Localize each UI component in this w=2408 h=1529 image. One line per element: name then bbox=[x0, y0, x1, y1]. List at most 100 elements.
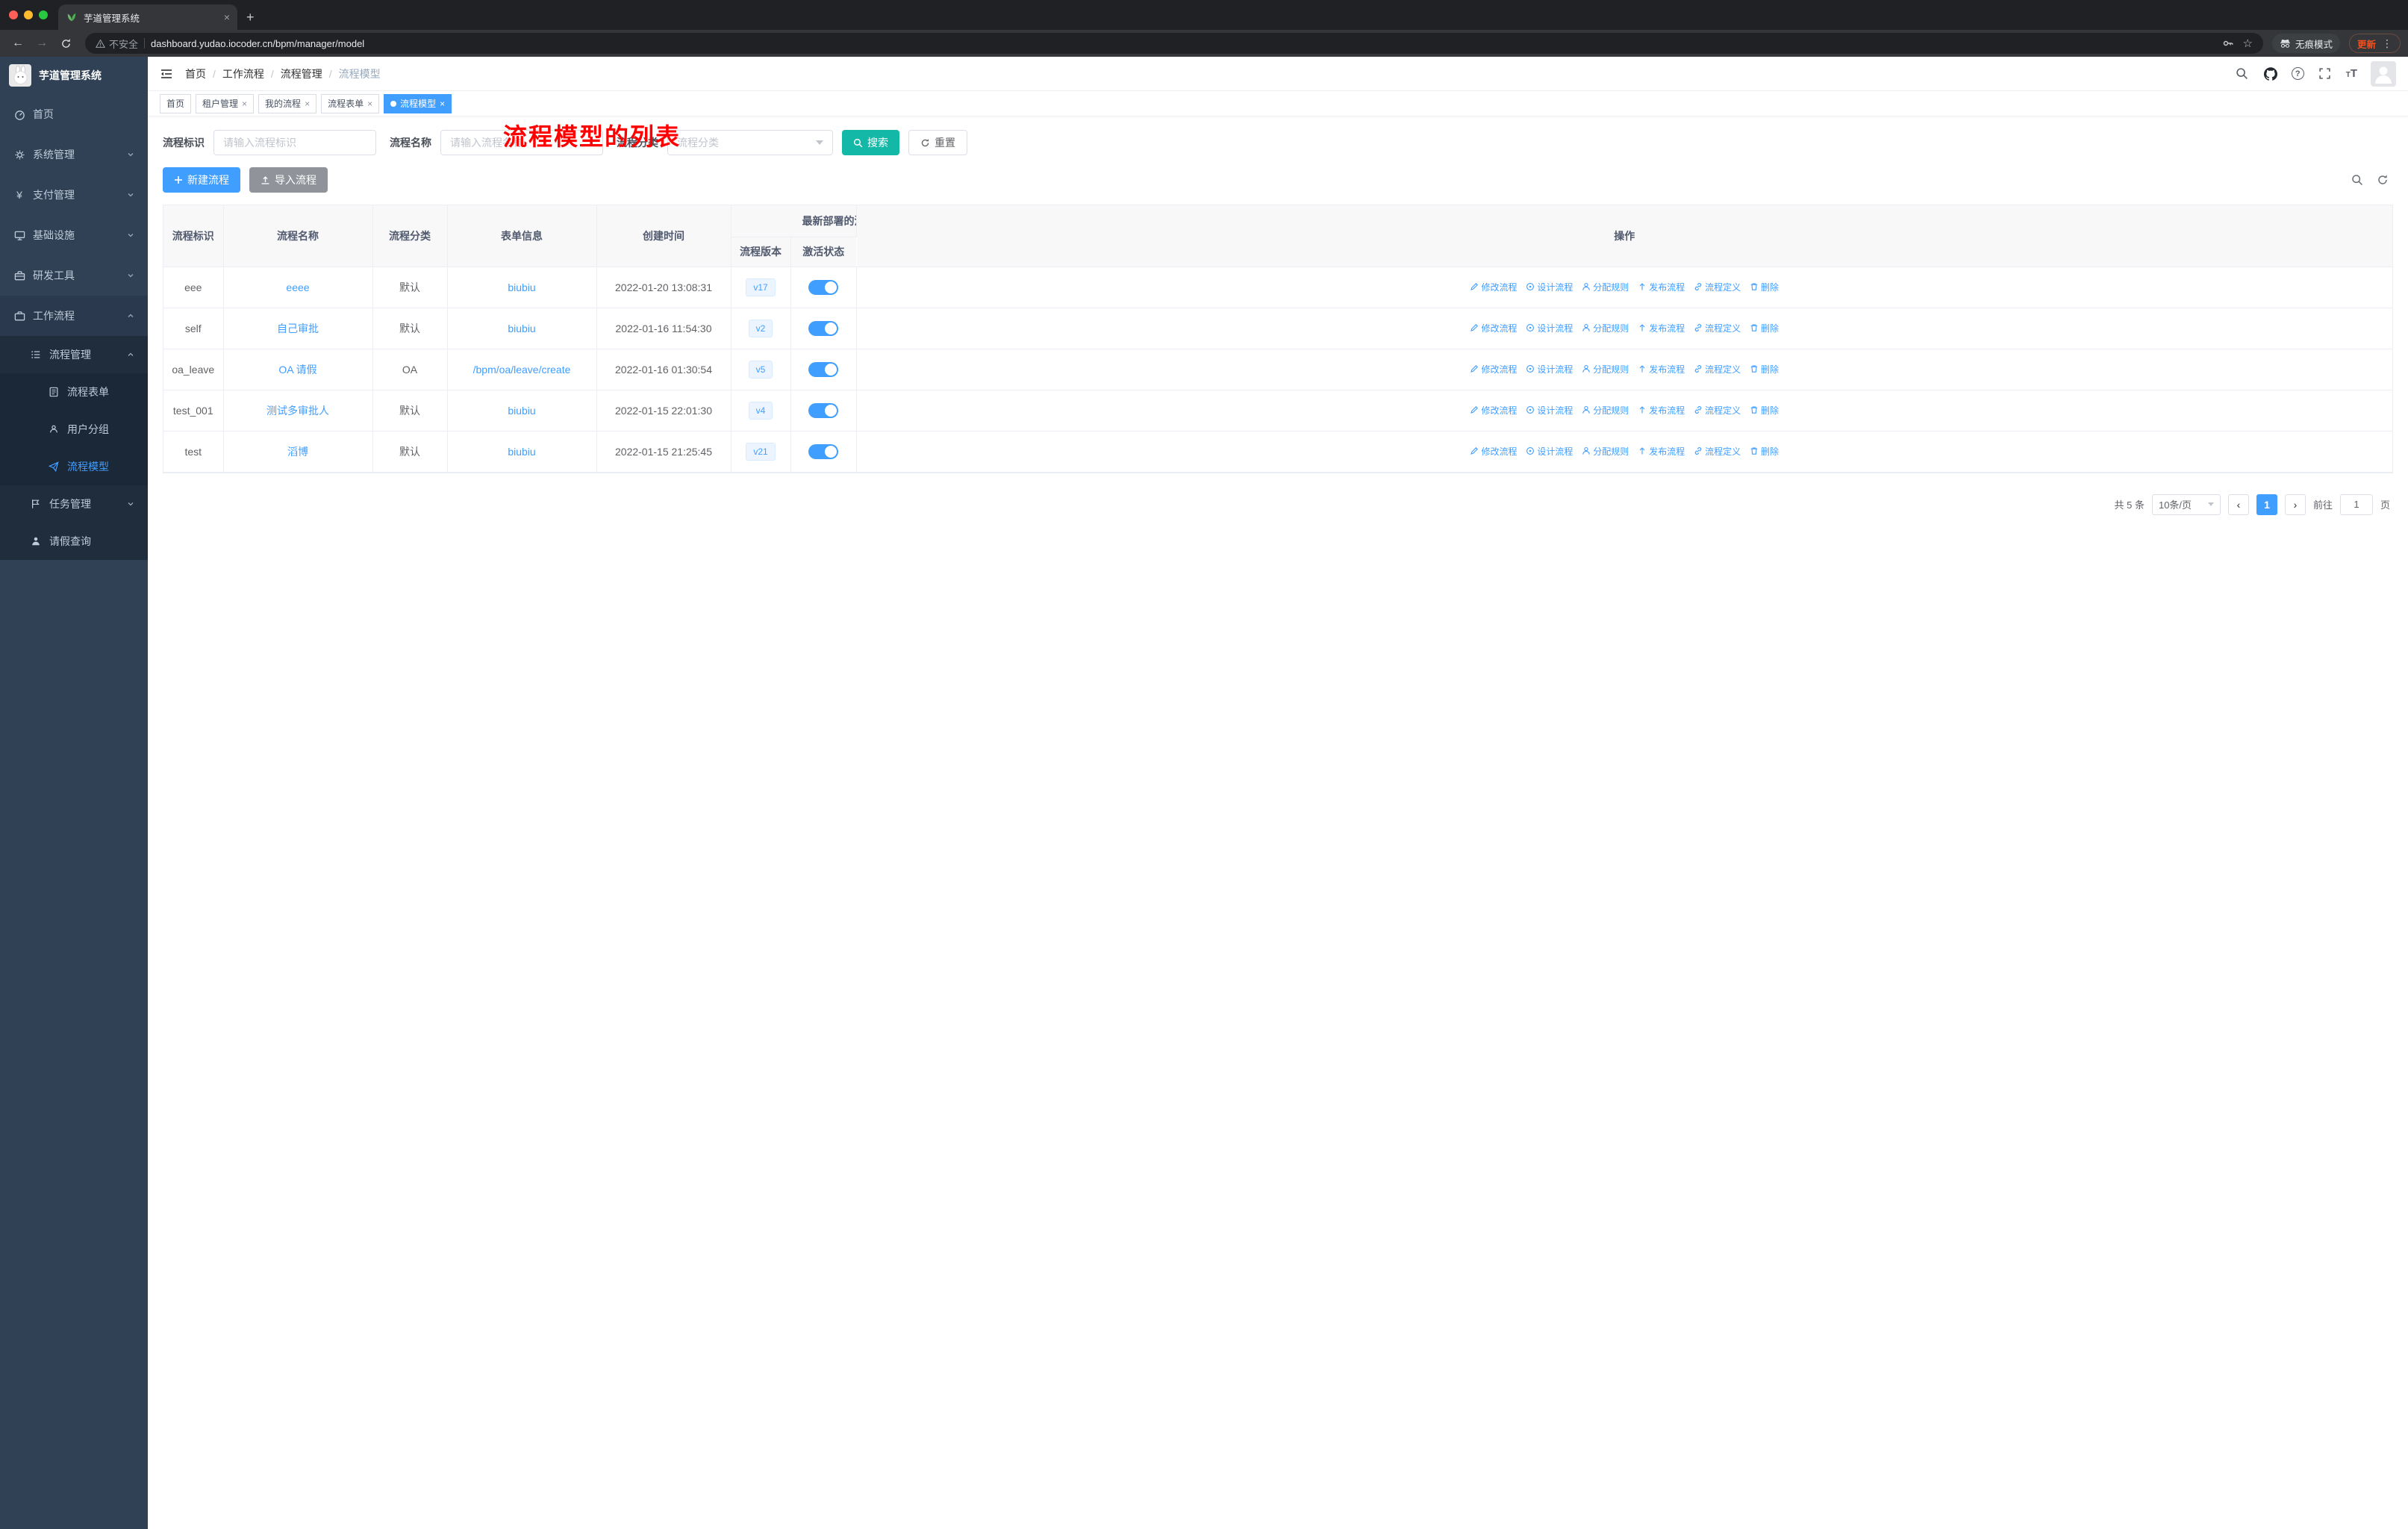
app-logo[interactable]: 芋道管理系统 bbox=[0, 57, 148, 94]
security-indicator[interactable]: 不安全 bbox=[96, 37, 138, 51]
reload-button[interactable] bbox=[55, 33, 76, 54]
help-icon[interactable]: ? bbox=[2291, 67, 2304, 80]
font-size-icon[interactable]: TT bbox=[2346, 67, 2357, 80]
action-assign-rules[interactable]: 分配规则 bbox=[1582, 445, 1629, 458]
action-design-process[interactable]: 设计流程 bbox=[1526, 363, 1573, 376]
import-process-button[interactable]: 导入流程 bbox=[249, 167, 328, 193]
close-icon[interactable]: × bbox=[440, 99, 445, 109]
create-process-button[interactable]: 新建流程 bbox=[163, 167, 240, 193]
password-key-icon[interactable] bbox=[2222, 37, 2234, 49]
forward-button[interactable]: → bbox=[31, 33, 52, 54]
breadcrumb-home[interactable]: 首页 bbox=[185, 66, 206, 81]
toggle-search-button[interactable] bbox=[2351, 174, 2363, 186]
process-name-link[interactable]: OA 请假 bbox=[223, 349, 373, 390]
action-modify-process[interactable]: 修改流程 bbox=[1470, 363, 1517, 376]
goto-page-input[interactable] bbox=[2339, 493, 2373, 515]
process-category-select[interactable]: 流程分类 bbox=[667, 130, 833, 155]
action-modify-process[interactable]: 修改流程 bbox=[1470, 404, 1517, 417]
action-delete[interactable]: 删除 bbox=[1750, 363, 1779, 376]
github-icon[interactable] bbox=[2263, 66, 2278, 81]
action-delete[interactable]: 删除 bbox=[1750, 322, 1779, 334]
action-assign-rules[interactable]: 分配规则 bbox=[1582, 404, 1629, 417]
update-chrome-button[interactable]: 更新 ⋮ bbox=[2348, 34, 2401, 53]
action-design-process[interactable]: 设计流程 bbox=[1526, 445, 1573, 458]
form-info-link[interactable]: biubiu bbox=[447, 390, 597, 432]
address-bar[interactable]: 不安全 dashboard.yudao.iocoder.cn/bpm/manag… bbox=[85, 33, 2263, 54]
sidebar-item-payment[interactable]: ¥ 支付管理 bbox=[0, 175, 148, 215]
active-toggle[interactable] bbox=[808, 402, 838, 418]
tab-close-icon[interactable]: × bbox=[224, 11, 230, 23]
tag-process-model[interactable]: 流程模型 × bbox=[384, 93, 452, 113]
process-name-link[interactable]: 自己审批 bbox=[223, 308, 373, 349]
process-name-link[interactable]: 测试多审批人 bbox=[223, 390, 373, 432]
refresh-table-button[interactable] bbox=[2377, 174, 2389, 186]
close-icon[interactable]: × bbox=[305, 99, 310, 109]
action-publish-process[interactable]: 发布流程 bbox=[1638, 445, 1685, 458]
action-modify-process[interactable]: 修改流程 bbox=[1470, 445, 1517, 458]
sidebar-item-process-model[interactable]: 流程模型 bbox=[0, 448, 148, 485]
sidebar-item-user-group[interactable]: 用户分组 bbox=[0, 411, 148, 448]
action-design-process[interactable]: 设计流程 bbox=[1526, 322, 1573, 334]
active-toggle[interactable] bbox=[808, 361, 838, 377]
bookmark-star-icon[interactable]: ☆ bbox=[2243, 37, 2253, 50]
form-info-link[interactable]: biubiu bbox=[447, 267, 597, 308]
action-process-definition[interactable]: 流程定义 bbox=[1694, 445, 1741, 458]
process-name-link[interactable]: 滔博 bbox=[223, 431, 373, 473]
active-toggle[interactable] bbox=[808, 320, 838, 336]
action-assign-rules[interactable]: 分配规则 bbox=[1582, 281, 1629, 293]
action-modify-process[interactable]: 修改流程 bbox=[1470, 322, 1517, 334]
close-icon[interactable]: × bbox=[242, 99, 247, 109]
sidebar-collapse-icon[interactable] bbox=[160, 67, 173, 81]
action-assign-rules[interactable]: 分配规则 bbox=[1582, 322, 1629, 334]
action-delete[interactable]: 删除 bbox=[1750, 404, 1779, 417]
search-icon[interactable] bbox=[2235, 66, 2250, 81]
sidebar-item-task-management[interactable]: 任务管理 bbox=[0, 485, 148, 523]
browser-menu-icon[interactable]: ⋮ bbox=[2382, 37, 2392, 50]
new-tab-button[interactable]: + bbox=[246, 10, 255, 25]
tag-process-form[interactable]: 流程表单 × bbox=[321, 93, 380, 113]
action-process-definition[interactable]: 流程定义 bbox=[1694, 281, 1741, 293]
search-button[interactable]: 搜索 bbox=[842, 130, 899, 155]
action-publish-process[interactable]: 发布流程 bbox=[1638, 322, 1685, 334]
page-size-select[interactable]: 10条/页 bbox=[2151, 493, 2221, 515]
action-modify-process[interactable]: 修改流程 bbox=[1470, 281, 1517, 293]
close-window-button[interactable] bbox=[9, 10, 18, 19]
sidebar-item-devtools[interactable]: 研发工具 bbox=[0, 255, 148, 296]
minimize-window-button[interactable] bbox=[24, 10, 33, 19]
action-process-definition[interactable]: 流程定义 bbox=[1694, 322, 1741, 334]
tag-my-process[interactable]: 我的流程 × bbox=[258, 93, 317, 113]
tag-tenant[interactable]: 租户管理 × bbox=[196, 93, 255, 113]
action-delete[interactable]: 删除 bbox=[1750, 445, 1779, 458]
action-design-process[interactable]: 设计流程 bbox=[1526, 404, 1573, 417]
sidebar-item-process-management[interactable]: 流程管理 bbox=[0, 336, 148, 373]
action-publish-process[interactable]: 发布流程 bbox=[1638, 281, 1685, 293]
back-button[interactable]: ← bbox=[7, 33, 28, 54]
form-info-link[interactable]: /bpm/oa/leave/create bbox=[447, 349, 597, 390]
form-info-link[interactable]: biubiu bbox=[447, 308, 597, 349]
close-icon[interactable]: × bbox=[367, 99, 372, 109]
sidebar-item-process-form[interactable]: 流程表单 bbox=[0, 373, 148, 411]
sidebar-item-leave-query[interactable]: 请假查询 bbox=[0, 523, 148, 560]
process-name-link[interactable]: eeee bbox=[223, 267, 373, 308]
sidebar-item-infrastructure[interactable]: 基础设施 bbox=[0, 215, 148, 255]
breadcrumb-workflow[interactable]: 工作流程 bbox=[222, 66, 264, 81]
browser-tab[interactable]: 芋道管理系统 × bbox=[58, 4, 237, 30]
sidebar-item-system[interactable]: 系统管理 bbox=[0, 134, 148, 175]
sidebar-item-workflow[interactable]: 工作流程 bbox=[0, 296, 148, 336]
active-toggle[interactable] bbox=[808, 279, 838, 295]
sidebar-item-home[interactable]: 首页 bbox=[0, 94, 148, 134]
next-page-button[interactable]: › bbox=[2284, 493, 2306, 515]
reset-button[interactable]: 重置 bbox=[908, 130, 967, 155]
action-assign-rules[interactable]: 分配规则 bbox=[1582, 363, 1629, 376]
fullscreen-icon[interactable] bbox=[2318, 66, 2333, 81]
form-info-link[interactable]: biubiu bbox=[447, 431, 597, 473]
action-publish-process[interactable]: 发布流程 bbox=[1638, 363, 1685, 376]
action-publish-process[interactable]: 发布流程 bbox=[1638, 404, 1685, 417]
action-delete[interactable]: 删除 bbox=[1750, 281, 1779, 293]
action-process-definition[interactable]: 流程定义 bbox=[1694, 404, 1741, 417]
active-toggle[interactable] bbox=[808, 443, 838, 459]
process-id-input[interactable] bbox=[213, 130, 376, 155]
page-number-button[interactable]: 1 bbox=[2256, 493, 2277, 515]
zoom-window-button[interactable] bbox=[39, 10, 48, 19]
prev-page-button[interactable]: ‹ bbox=[2227, 493, 2249, 515]
